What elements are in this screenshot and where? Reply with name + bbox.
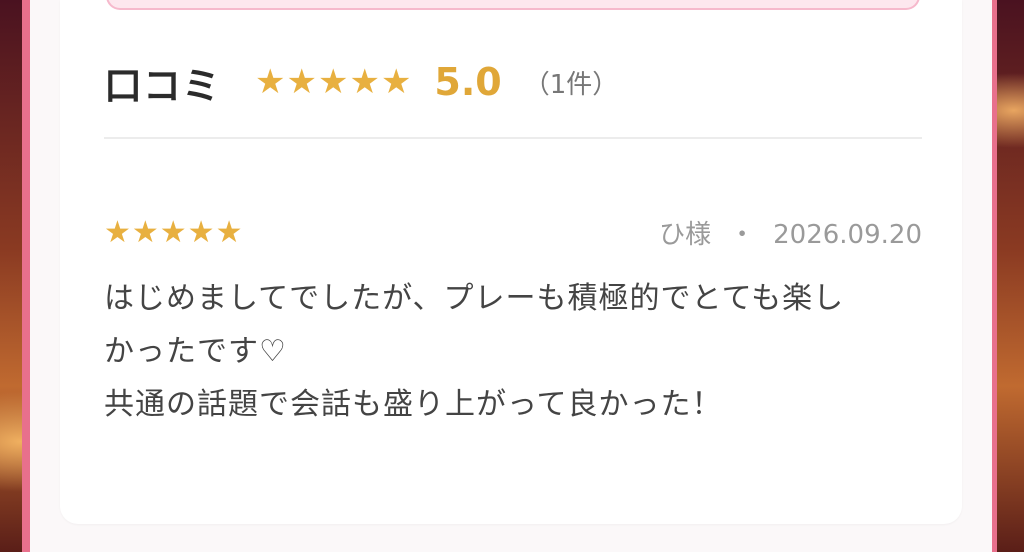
review-body: はじめましてでしたが、プレーも積極的でとても楽し かったです♡ 共通の話題で会話… bbox=[104, 272, 922, 431]
average-rating: 5.0 bbox=[434, 60, 502, 104]
review-body-line: はじめましてでしたが、プレーも積極的でとても楽し bbox=[104, 281, 845, 316]
divider bbox=[104, 137, 922, 139]
review-body-line: かったです♡ bbox=[104, 334, 287, 369]
reviewer-info: ひ様・ 2026.09.20 bbox=[659, 214, 922, 251]
meta-separator: ・ bbox=[729, 219, 756, 250]
review-count: （1件） bbox=[523, 69, 619, 100]
review-stars-icon: ★★★★★ bbox=[104, 214, 244, 250]
review-meta: ★★★★★ ひ様・ 2026.09.20 bbox=[104, 208, 922, 256]
average-stars-icon: ★★★★★ bbox=[255, 62, 413, 102]
review-body-line: 共通の話題で会話も盛り上がって良かった！ bbox=[104, 387, 723, 422]
reviewer-name: ひ様 bbox=[659, 219, 712, 250]
promo-strip bbox=[106, 0, 920, 10]
reviews-title: 口コミ bbox=[104, 63, 222, 108]
reviews-header: 口コミ ★★★★★ 5.0 （1件） bbox=[104, 52, 618, 112]
review-date: 2026.09.20 bbox=[773, 219, 922, 250]
review-item: ★★★★★ ひ様・ 2026.09.20 はじめましてでしたが、プレーも積極的でと… bbox=[104, 208, 922, 431]
